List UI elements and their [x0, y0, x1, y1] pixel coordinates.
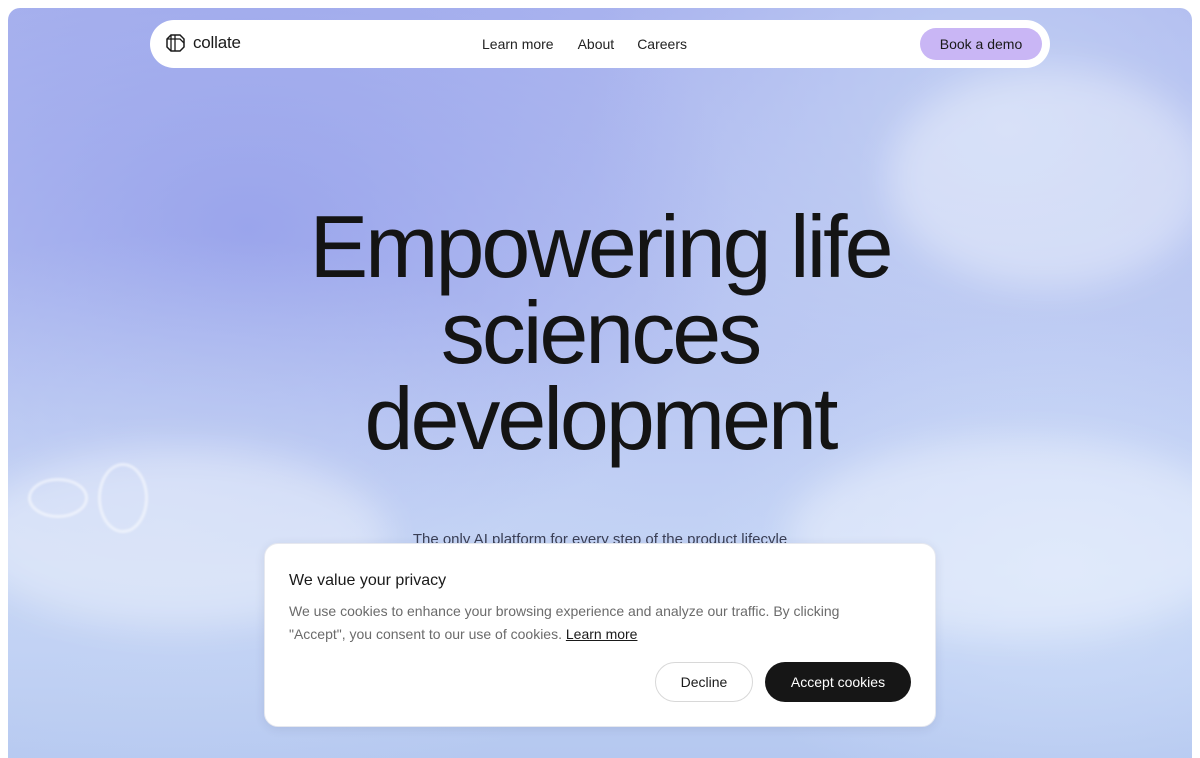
nav-link-learn-more[interactable]: Learn more	[482, 36, 554, 52]
decline-cookies-button[interactable]: Decline	[655, 662, 753, 702]
swirl-decoration	[28, 478, 88, 518]
cookie-learn-more-link[interactable]: Learn more	[566, 626, 638, 642]
nav-link-about[interactable]: About	[578, 36, 615, 52]
collate-logo-icon	[166, 34, 185, 52]
cookie-banner-body: We use cookies to enhance your browsing …	[289, 603, 840, 642]
hero-title: Empowering life sciences development	[8, 197, 1192, 468]
swirl-decoration	[98, 463, 148, 533]
hero-title-line-2: sciences	[440, 283, 762, 382]
accept-cookies-button[interactable]: Accept cookies	[765, 662, 911, 702]
book-demo-button[interactable]: Book a demo	[920, 28, 1042, 60]
logo[interactable]: collate	[165, 32, 241, 54]
logo-text: collate	[193, 33, 241, 52]
nav-links: Learn more About Careers	[482, 20, 687, 68]
cookie-banner-text: We use cookies to enhance your browsing …	[289, 600, 889, 646]
nav-link-careers[interactable]: Careers	[637, 36, 687, 52]
top-navbar: collate Learn more About Careers Book a …	[150, 20, 1050, 68]
cookie-banner-title: We value your privacy	[289, 572, 447, 589]
hero-title-line-3: development	[364, 369, 839, 468]
cookie-consent-banner: We value your privacy We use cookies to …	[264, 543, 936, 727]
hero-title-line-1: Empowering life	[309, 197, 893, 296]
